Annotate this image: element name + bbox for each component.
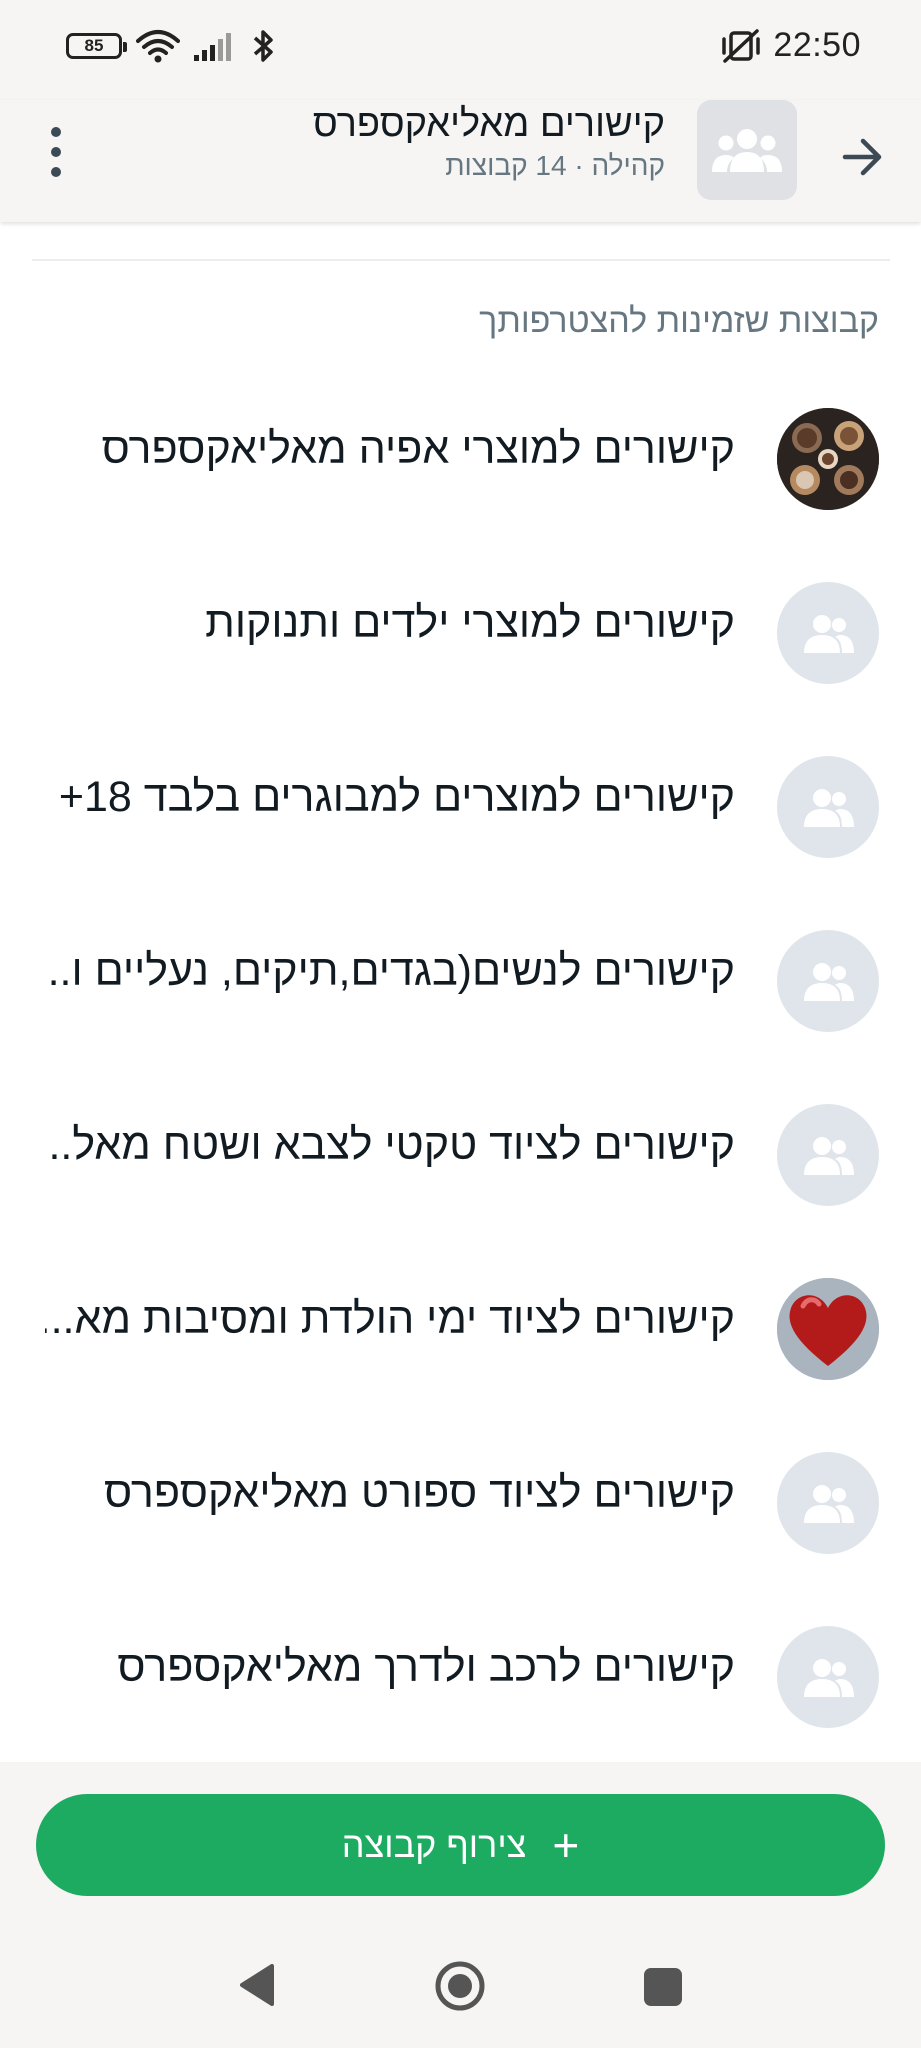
group-icon: [804, 1137, 854, 1175]
wifi-icon: [136, 30, 180, 63]
group-name: קישורים לרכב ולדרך מאליאקספרס: [117, 1643, 735, 1691]
community-title: קישורים מאליאקספרס: [312, 103, 665, 145]
back-arrow-icon[interactable]: [833, 128, 891, 186]
group-name: קישורים למוצרי ילדים ותנוקות: [205, 599, 735, 647]
group-icon: [804, 1485, 854, 1523]
signal-icon: [194, 33, 231, 61]
community-icon: [712, 129, 782, 172]
group-name: קישורים לציוד טקטי לצבא ושטח מאל...: [45, 1121, 735, 1169]
community-avatar[interactable]: [697, 100, 797, 200]
nav-back-icon[interactable]: [238, 1962, 276, 2008]
list-item[interactable]: קישורים למוצרים למבוגרים בלבד 18+: [0, 708, 921, 882]
group-name: קישורים לציוד ימי הולדת ומסיבות מא...: [45, 1295, 735, 1343]
list-item[interactable]: קישורים למוצרי אפיה מאליאקספרס: [0, 360, 921, 534]
heart-balloon-icon: [777, 1278, 879, 1380]
plus-icon: +: [552, 1819, 580, 1871]
group-avatar: [777, 1452, 879, 1554]
join-group-button[interactable]: צירוף קבוצה +: [36, 1794, 885, 1896]
battery-icon: 85: [66, 33, 127, 59]
group-name: קישורים לנשים(בגדים,תיקים, נעליים ו...: [45, 947, 735, 995]
list-item[interactable]: קישורים לציוד ספורט מאליאקספרס: [0, 1404, 921, 1578]
community-subtitle: קהילה · 14 קבוצות: [445, 150, 665, 181]
status-icons-left: 85: [66, 28, 276, 64]
group-name: קישורים למוצרים למבוגרים בלבד 18+: [58, 773, 735, 821]
app-bar: קישורים מאליאקספרס קהילה · 14 קבוצות: [0, 100, 921, 222]
nav-recents-icon[interactable]: [644, 1968, 682, 2006]
list-item[interactable]: קישורים לציוד ימי הולדת ומסיבות מא...: [0, 1230, 921, 1404]
group-avatar-photo: [777, 1278, 879, 1380]
bluetooth-icon: [253, 30, 273, 62]
more-options-icon[interactable]: [40, 122, 72, 182]
group-icon: [804, 1659, 854, 1697]
status-icons-right: 22:50: [719, 26, 861, 65]
list-item[interactable]: קישורים לנשים(בגדים,תיקים, נעליים ו...: [0, 882, 921, 1056]
list-item[interactable]: קישורים לרכב ולדרך מאליאקספרס: [0, 1578, 921, 1752]
group-icon: [804, 963, 854, 1001]
status-bar: 85 22:50: [0, 0, 921, 100]
header-titles[interactable]: קישורים מאליאקספרס קהילה · 14 קבוצות: [105, 100, 665, 184]
list-item[interactable]: קישורים למוצרי ילדים ותנוקות: [0, 534, 921, 708]
list-item[interactable]: קישורים לציוד טקטי לצבא ושטח מאל...: [0, 1056, 921, 1230]
group-name: קישורים לציוד ספורט מאליאקספרס: [104, 1469, 735, 1517]
system-nav-bar: [0, 1948, 921, 2048]
group-avatar: [777, 1626, 879, 1728]
baking-photo-icon: [777, 408, 879, 510]
battery-level: 85: [84, 36, 104, 55]
group-list: קישורים למוצרי אפיה מאליאקספרס קישורים ל…: [0, 360, 921, 1752]
group-avatar-photo: [777, 408, 879, 510]
join-group-label: צירוף קבוצה: [341, 1824, 527, 1865]
group-avatar: [777, 756, 879, 858]
group-icon: [804, 615, 854, 653]
group-avatar: [777, 930, 879, 1032]
nav-home-icon[interactable]: [434, 1960, 486, 2012]
group-avatar: [777, 582, 879, 684]
group-icon: [804, 789, 854, 827]
bottom-area: צירוף קבוצה +: [0, 1762, 921, 2048]
group-avatar: [777, 1104, 879, 1206]
divider: [32, 259, 890, 261]
section-title: קבוצות שזמינות להצטרפותך: [479, 302, 879, 340]
muted-vibrate-icon: [722, 28, 761, 63]
clock: 22:50: [773, 26, 861, 64]
group-name: קישורים למוצרי אפיה מאליאקספרס: [101, 425, 735, 473]
